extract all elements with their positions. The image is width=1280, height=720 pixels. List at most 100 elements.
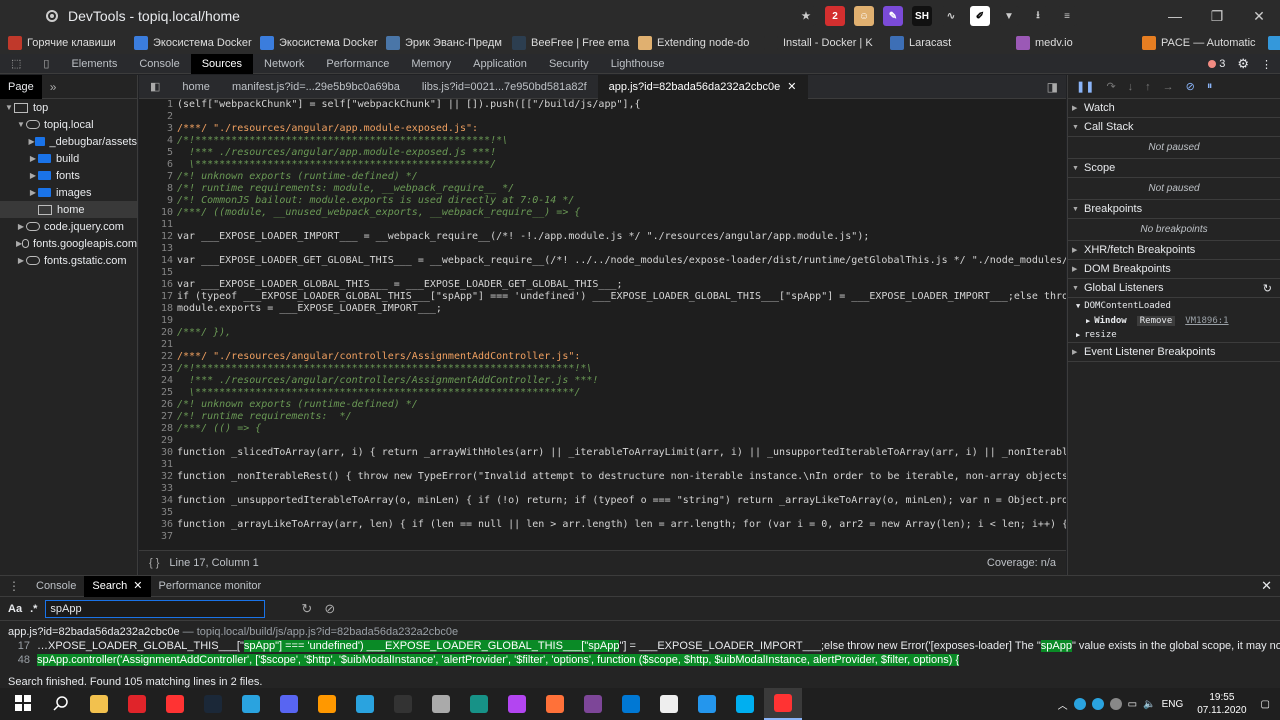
tree-arrow-icon[interactable]: ▶ xyxy=(28,171,38,180)
line-number[interactable]: 34 xyxy=(139,495,177,507)
file-tab[interactable]: libs.js?id=0021...7e950bd581a82f xyxy=(411,75,598,99)
tree-item-folder[interactable]: ▶ images xyxy=(0,184,137,201)
line-number[interactable]: 14 xyxy=(139,255,177,267)
step-over-icon[interactable]: ↷ xyxy=(1106,80,1115,93)
phpstorm-icon[interactable] xyxy=(498,688,536,720)
search-input[interactable] xyxy=(45,599,266,618)
restore-button[interactable]: ❐ xyxy=(1196,0,1238,32)
listener-event[interactable]: ▶ resize xyxy=(1068,328,1280,343)
section-dom-breakpoints[interactable]: ▶ DOM Breakpoints xyxy=(1068,260,1280,279)
bookmark-item[interactable]: Экосистема Docker xyxy=(134,36,252,50)
tree-arrow-icon[interactable]: ▶ xyxy=(16,256,26,265)
tab-console[interactable]: Console xyxy=(128,54,190,74)
code-view[interactable]: 1 (self["webpackChunk"] = self["webpackCh… xyxy=(139,99,1066,550)
keyboard-language[interactable]: ENG xyxy=(1162,699,1184,710)
bookmark-item[interactable]: Placeit: Free xyxy=(1268,36,1280,50)
line-number[interactable]: 11 xyxy=(139,219,177,231)
tree-arrow-icon[interactable]: ▶ xyxy=(28,188,38,197)
device-toolbar-icon[interactable]: ▯ xyxy=(32,54,60,74)
error-indicator[interactable]: 3 xyxy=(1208,58,1225,70)
bookmark-item[interactable]: Горячие клавиши xyxy=(8,36,126,50)
section-scope[interactable]: ▼ Scope xyxy=(1068,159,1280,178)
sh-ext-icon[interactable]: SH xyxy=(912,6,932,26)
tab-sources[interactable]: Sources xyxy=(190,53,254,74)
tree-item-folder[interactable]: ▶ build xyxy=(0,150,137,167)
bookmark-item[interactable]: Laracast xyxy=(890,36,1008,50)
tab-security[interactable]: Security xyxy=(538,54,600,74)
face-ext-icon[interactable]: ☺ xyxy=(854,6,874,26)
bookmark-star-icon[interactable]: ★ xyxy=(796,6,816,26)
opera-icon[interactable] xyxy=(118,688,156,720)
git-icon[interactable] xyxy=(422,688,460,720)
line-number[interactable]: 17 xyxy=(139,291,177,303)
tray-network-icon[interactable]: ▭ xyxy=(1128,699,1137,710)
line-number[interactable]: 26 xyxy=(139,399,177,411)
tree-arrow-icon[interactable]: ▼ xyxy=(4,103,14,112)
line-number[interactable]: 25 xyxy=(139,387,177,399)
file-tab[interactable]: home xyxy=(171,75,221,99)
drawer-tab-search[interactable]: Search ✕ xyxy=(84,575,151,597)
line-number[interactable]: 16 xyxy=(139,279,177,291)
line-number[interactable]: 37 xyxy=(139,531,177,543)
yandex-icon[interactable] xyxy=(156,688,194,720)
drawer-tab-console[interactable]: Console xyxy=(28,576,84,597)
line-number[interactable]: 20 xyxy=(139,327,177,339)
listener-source-link[interactable]: VM1896:1 xyxy=(1185,316,1228,326)
tab-lighthouse[interactable]: Lighthouse xyxy=(600,54,676,74)
line-number[interactable]: 21 xyxy=(139,339,177,351)
close-button[interactable]: ✕ xyxy=(1238,0,1280,32)
line-number[interactable]: 29 xyxy=(139,435,177,447)
more-options-icon[interactable]: ⋮ xyxy=(1261,58,1272,71)
section-watch[interactable]: ▶ Watch xyxy=(1068,99,1280,118)
chat-icon[interactable] xyxy=(650,688,688,720)
discord-icon[interactable] xyxy=(270,688,308,720)
minimize-button[interactable]: — xyxy=(1154,0,1196,32)
gitkraken-icon[interactable] xyxy=(460,688,498,720)
more-tabs-icon[interactable]: » xyxy=(42,80,65,94)
section-xhr-fetch-breakpoints[interactable]: ▶ XHR/fetch Breakpoints xyxy=(1068,241,1280,260)
line-number[interactable]: 27 xyxy=(139,411,177,423)
docker-icon[interactable] xyxy=(688,688,726,720)
drawer-tab-performance-monitor[interactable]: Performance monitor xyxy=(151,576,270,597)
pen-ext-icon[interactable]: ✐ xyxy=(970,6,990,26)
toggle-debugger-icon[interactable]: ◨ xyxy=(1047,80,1058,94)
bookmark-item[interactable]: medv.io xyxy=(1016,36,1134,50)
regex-toggle[interactable]: .* xyxy=(28,603,45,615)
line-number[interactable]: 19 xyxy=(139,315,177,327)
tree-item-folder[interactable]: ▶ fonts xyxy=(0,167,137,184)
remove-listener-button[interactable]: Remove xyxy=(1136,315,1176,326)
listener-event[interactable]: ▼ DOMContentLoaded xyxy=(1068,298,1280,313)
line-number[interactable]: 6 xyxy=(139,159,177,171)
menu-icon[interactable]: ≡ xyxy=(1057,6,1077,26)
line-number[interactable]: 5 xyxy=(139,147,177,159)
close-tab-icon[interactable]: ✕ xyxy=(130,580,142,592)
search-result-line[interactable]: 48 spApp.controller('AssignmentAddControl… xyxy=(8,653,1280,667)
line-number[interactable]: 33 xyxy=(139,483,177,495)
tree-arrow-icon[interactable]: ▼ xyxy=(16,120,26,129)
tree-item-cloud[interactable]: ▶ fonts.gstatic.com xyxy=(0,252,137,269)
wave-ext-icon[interactable]: ∿ xyxy=(941,6,961,26)
toggle-navigator-icon[interactable]: ◧ xyxy=(139,75,171,99)
close-tab-icon[interactable]: ✕ xyxy=(784,81,796,93)
drawer-menu-icon[interactable]: ⋮ xyxy=(0,579,28,593)
line-number[interactable]: 12 xyxy=(139,231,177,243)
tray-volume-icon[interactable]: 🔈 xyxy=(1143,699,1155,710)
tab-elements[interactable]: Elements xyxy=(60,54,128,74)
steam-icon[interactable] xyxy=(194,688,232,720)
download-icon[interactable]: ⭳ xyxy=(1028,6,1048,26)
search-result-line[interactable]: 17 …XPOSE_LOADER_GLOBAL_THIS___["spApp"] … xyxy=(8,639,1280,653)
line-number[interactable]: 13 xyxy=(139,243,177,255)
bookmark-item[interactable]: BeeFree | Free ema xyxy=(512,36,630,50)
tray-cloud-icon[interactable] xyxy=(1109,698,1122,710)
tree-arrow-icon[interactable]: ▶ xyxy=(28,137,35,146)
tab-application[interactable]: Application xyxy=(462,54,538,74)
tab-page[interactable]: Page xyxy=(0,74,42,99)
line-number[interactable]: 2 xyxy=(139,111,177,123)
tabs-counter-icon[interactable]: 2 xyxy=(825,6,845,26)
bookmark-item[interactable]: PACE — Automatic xyxy=(1142,36,1260,50)
line-number[interactable]: 7 xyxy=(139,171,177,183)
tor-icon[interactable] xyxy=(574,688,612,720)
telegram-icon[interactable] xyxy=(232,688,270,720)
tab-performance[interactable]: Performance xyxy=(315,54,400,74)
bookmark-item[interactable]: Экосистема Docker xyxy=(260,36,378,50)
